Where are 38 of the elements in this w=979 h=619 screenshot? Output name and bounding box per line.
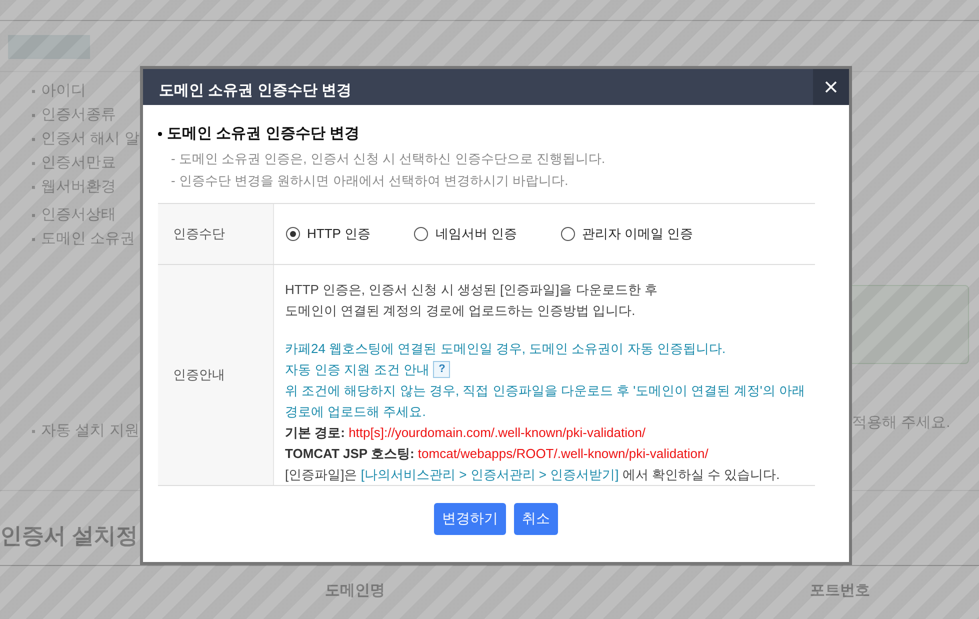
note-text: - 인증수단 변경을 원하시면 아래에서 선택하여 변경하시기 바랍니다. bbox=[171, 172, 570, 190]
note-text: 적용해 주세요. bbox=[852, 413, 950, 433]
path-text: 기본 경로: http[s]://yourdomain.com/.well-known/pki-validation/ bbox=[285, 424, 647, 442]
field-label: 웹서버환경 bbox=[41, 178, 116, 196]
radio-button[interactable] bbox=[286, 226, 300, 240]
guide-text: 위 조건에 해당하지 않는 경우, 직접 인증파일을 다운로드 후 '도메인이 연결된 계정'의 아래 경로에 업로드해 주세요. bbox=[285, 382, 806, 420]
row-label: 인증안내 bbox=[158, 264, 274, 484]
path-text: TOMCAT JSP 호스팅: tomcat/webapps/ROOT/.well-known/pki-validation/ bbox=[285, 444, 710, 463]
radio-option[interactable]: 관리자 이메일 인증 bbox=[560, 224, 694, 244]
guide-text: [인증파일]은 [나의서비스관리 > 인증서관리 > 인증서받기] 에서 확인하실 수 있습니다. bbox=[285, 466, 781, 484]
field-label: 인증서종류 bbox=[41, 106, 116, 124]
dialog-button[interactable]: 변경하기 bbox=[434, 502, 506, 534]
guide-text: HTTP 인증은, 인증서 신청 시 생성된 [인증파일]을 다운로드한 후 bbox=[285, 280, 658, 299]
radio-button[interactable] bbox=[414, 226, 428, 240]
field-label: 인증서상태 bbox=[41, 206, 116, 224]
column-header: 도메인명 bbox=[325, 581, 385, 601]
radio-option[interactable]: HTTP 인증 bbox=[286, 224, 370, 244]
field-label: 인증서 해시 알 bbox=[41, 130, 140, 148]
guide-text: 카페24 웹호스팅에 연결된 도메인일 경우, 도메인 소유권이 자동 인증됩니다. bbox=[285, 340, 727, 358]
dialog-heading: 도메인 소유권 인증수단 변경 bbox=[167, 124, 360, 144]
field-label: 아이디 bbox=[41, 82, 86, 100]
section-title: 인증서 설치정 bbox=[0, 523, 140, 549]
note-text: - 도메인 소유권 인증은, 인증서 신청 시 선택하신 인증수단으로 진행됩니다. bbox=[171, 150, 606, 168]
field-label: 자동 설치 지원 bbox=[41, 422, 140, 440]
row-label: 인증수단 bbox=[158, 204, 274, 264]
help-button[interactable]: ? bbox=[433, 360, 450, 378]
close-icon bbox=[825, 81, 837, 93]
close-button[interactable] bbox=[813, 69, 849, 105]
dialog-title: 도메인 소유권 인증수단 변경 bbox=[158, 80, 352, 101]
column-header: 포트번호 bbox=[810, 581, 870, 601]
dialog-button[interactable]: 취소 bbox=[514, 502, 558, 534]
guide-text: 도메인이 연결된 계정의 경로에 업로드하는 인증방법 입니다. bbox=[285, 302, 636, 320]
field-label: 도메인 소유권 bbox=[41, 230, 136, 248]
field-label: 인증서만료 bbox=[41, 154, 116, 172]
guide-text: 자동 인증 지원 조건 안내 bbox=[285, 360, 430, 378]
radio-button[interactable] bbox=[560, 226, 575, 240]
bullet-icon bbox=[158, 132, 162, 136]
radio-option[interactable]: 네임서버 인증 bbox=[414, 224, 517, 244]
